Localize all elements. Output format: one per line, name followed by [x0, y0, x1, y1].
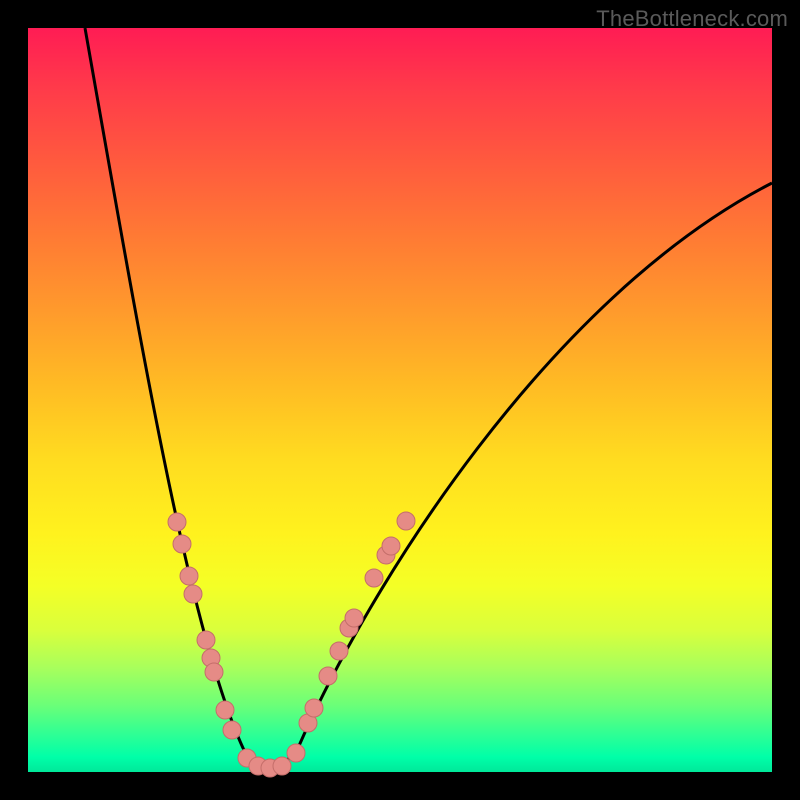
curve-marker	[184, 585, 202, 603]
watermark-text: TheBottleneck.com	[596, 6, 788, 32]
curve-marker	[287, 744, 305, 762]
curve-marker	[223, 721, 241, 739]
curve-markers-group	[168, 512, 415, 777]
bottleneck-curve	[85, 28, 772, 764]
chart-frame: TheBottleneck.com	[0, 0, 800, 800]
curve-marker	[365, 569, 383, 587]
curve-marker	[173, 535, 191, 553]
curve-marker	[330, 642, 348, 660]
curve-marker	[216, 701, 234, 719]
curve-marker	[345, 609, 363, 627]
curve-marker	[305, 699, 323, 717]
curve-marker	[205, 663, 223, 681]
curve-marker	[197, 631, 215, 649]
curve-marker	[397, 512, 415, 530]
curve-marker	[273, 757, 291, 775]
curve-marker	[180, 567, 198, 585]
curve-marker	[319, 667, 337, 685]
curve-marker	[168, 513, 186, 531]
curve-marker	[382, 537, 400, 555]
chart-plot-area	[28, 28, 772, 772]
chart-svg	[28, 28, 772, 772]
